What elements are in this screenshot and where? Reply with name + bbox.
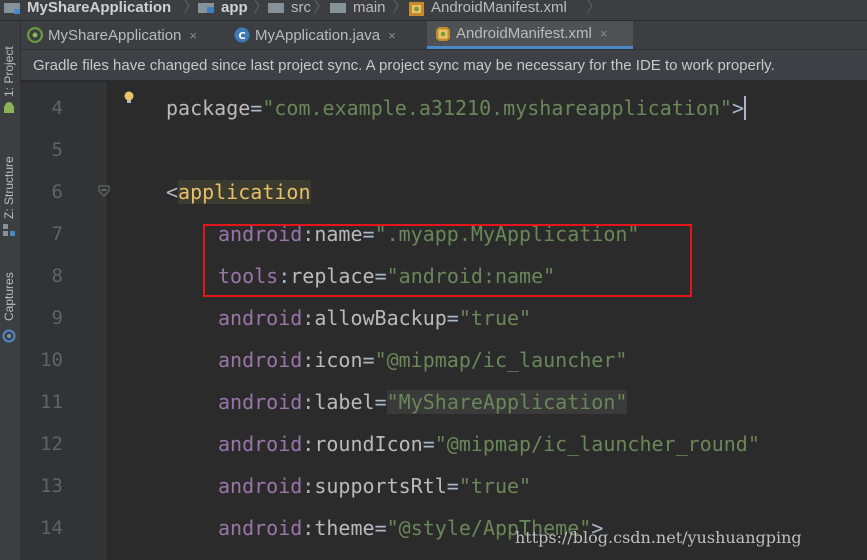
svg-text:C: C (238, 31, 245, 42)
module-folder-icon (198, 3, 214, 13)
line-number: 4 (51, 97, 63, 119)
lightbulb-icon[interactable] (123, 91, 135, 105)
code-line-13: android:supportsRtl="true" (218, 474, 532, 498)
line-number-gutter: 4 5 6 7 8 9 10 11 12 13 14 (21, 82, 106, 560)
line-number: 11 (40, 391, 63, 413)
breadcrumb-separator: 〉 (253, 0, 270, 16)
highlight-box (203, 224, 692, 297)
code-line-12: android:roundIcon="@mipmap/ic_launcher_r… (218, 432, 760, 456)
line-number: 5 (51, 139, 63, 161)
breadcrumb-separator: 〉 (392, 0, 409, 16)
code-line-11: android:label="MyShareApplication" (218, 390, 628, 414)
fold-toggle-icon[interactable] (98, 185, 110, 197)
breadcrumb: MyShareApplication 〉 app 〉 src 〉 main 〉 … (0, 0, 867, 21)
java-class-icon: C (234, 27, 250, 43)
breadcrumb-project[interactable]: MyShareApplication (4, 0, 171, 20)
breadcrumb-app[interactable]: app (198, 0, 248, 20)
line-number: 13 (40, 475, 63, 497)
code-line-9: android:allowBackup="true" (218, 306, 532, 330)
line-number: 12 (40, 433, 63, 455)
close-tab-icon[interactable]: × (388, 28, 396, 43)
tool-window-strip: 1: Project Z: Structure Captures (0, 21, 21, 560)
tab-myshareapplication[interactable]: MyShareApplication × (27, 21, 223, 49)
breadcrumb-file[interactable]: AndroidManifest.xml (408, 0, 567, 20)
close-tab-icon[interactable]: × (189, 28, 197, 43)
gradle-module-icon (27, 27, 43, 43)
camera-icon (2, 329, 16, 343)
line-number: 10 (40, 349, 63, 371)
manifest-file-icon (409, 2, 424, 16)
line-number: 14 (40, 517, 63, 539)
structure-tool-tab[interactable]: Z: Structure (0, 139, 20, 239)
breadcrumb-main[interactable]: main (330, 0, 386, 20)
structure-icon (3, 224, 15, 236)
editor-tabs: MyShareApplication × C MyApplication.jav… (21, 21, 867, 50)
folder-icon (268, 3, 284, 13)
manifest-file-icon (436, 26, 450, 41)
breadcrumb-separator: 〉 (183, 0, 200, 16)
code-line-10: android:icon="@mipmap/ic_launcher" (218, 348, 628, 372)
android-icon (4, 102, 14, 113)
line-number: 9 (51, 307, 63, 329)
line-number: 6 (51, 181, 63, 203)
watermark: https://blog.csdn.net/yushuangping (515, 528, 802, 547)
folder-icon (330, 3, 346, 13)
line-number: 7 (51, 223, 63, 245)
breadcrumb-src[interactable]: src (268, 0, 311, 20)
tab-myapplication-java[interactable]: C MyApplication.java × (234, 21, 430, 49)
code-line-4: package="com.example.a31210.myshareappli… (166, 96, 746, 120)
project-tool-tab[interactable]: 1: Project (0, 21, 20, 131)
project-folder-icon (4, 3, 20, 14)
code-editor[interactable]: 4 5 6 7 8 9 10 11 12 13 14 package="com.… (21, 82, 867, 560)
code-line-6: <application (166, 180, 311, 204)
gradle-sync-notification: Gradle files have changed since last pro… (21, 50, 867, 81)
line-number: 8 (51, 265, 63, 287)
breadcrumb-separator: 〉 (313, 0, 330, 16)
close-tab-icon[interactable]: × (600, 26, 608, 41)
breadcrumb-separator: 〉 (586, 0, 603, 16)
gutter-divider (105, 82, 106, 560)
captures-tool-tab[interactable]: Captures (0, 259, 20, 349)
tab-androidmanifest[interactable]: AndroidManifest.xml × (427, 21, 633, 49)
